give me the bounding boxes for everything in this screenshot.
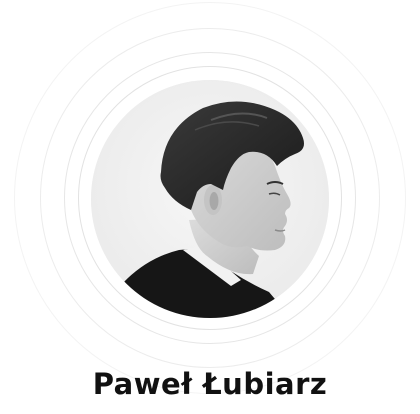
profile-name: Paweł Łubiarz bbox=[92, 367, 328, 401]
profile-card: Paweł Łubiarz bbox=[0, 0, 420, 414]
portrait-image bbox=[91, 80, 329, 318]
avatar bbox=[91, 80, 329, 318]
